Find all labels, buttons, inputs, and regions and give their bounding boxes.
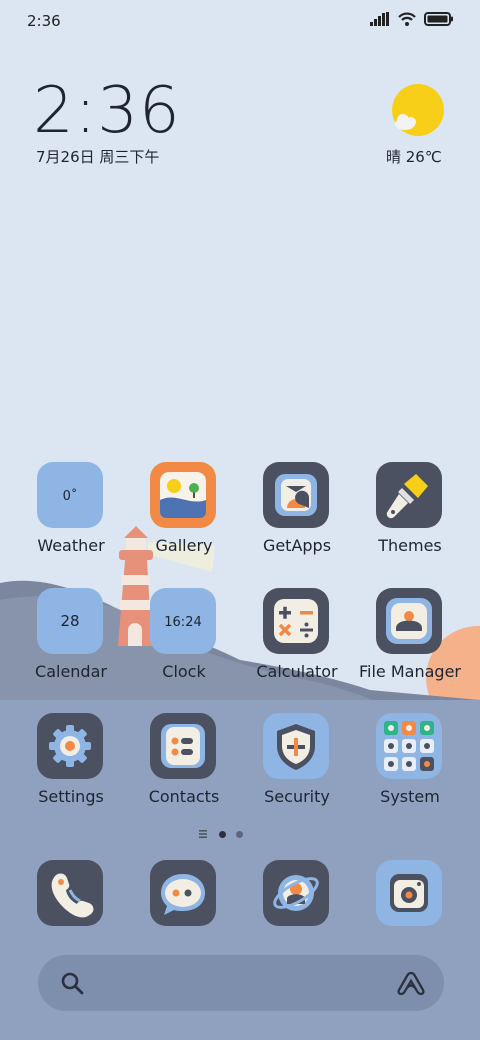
app-file-manager[interactable]: File Manager [354, 588, 466, 698]
app-label: Themes [378, 536, 442, 555]
wifi-icon [398, 12, 416, 26]
app-gallery[interactable]: Gallery [128, 462, 240, 572]
getapps-icon [263, 462, 329, 528]
app-getapps[interactable]: GetApps [241, 462, 353, 572]
contacts-icon [150, 713, 216, 779]
voice-assistant-icon[interactable] [396, 970, 426, 996]
app-label: Gallery [155, 536, 213, 555]
app-security[interactable]: Security [241, 713, 353, 823]
camera-icon [376, 860, 442, 926]
security-icon [263, 713, 329, 779]
app-label: Contacts [148, 787, 220, 806]
calendar-icon-text: 28 [60, 612, 79, 630]
app-calculator[interactable]: Calculator [241, 588, 353, 698]
sunny-weather-icon[interactable] [392, 84, 444, 136]
app-label: Weather [37, 536, 105, 555]
settings-icon [37, 713, 103, 779]
search-icon[interactable] [59, 970, 85, 996]
weather-icon-text: 0˚ [63, 488, 78, 504]
app-label: Calculator [256, 662, 338, 681]
clock-icon: 16:24 [150, 588, 216, 654]
dock-camera[interactable] [354, 860, 466, 930]
app-calendar[interactable]: 28 Calendar [15, 588, 127, 698]
calculator-icon [263, 588, 329, 654]
app-contacts[interactable]: Contacts [128, 713, 240, 823]
battery-icon [424, 12, 453, 26]
app-label: Calendar [35, 662, 107, 681]
app-weather[interactable]: 0˚ Weather [15, 462, 127, 572]
phone-icon [37, 860, 103, 926]
list-page-icon[interactable] [197, 829, 209, 839]
app-label: File Manager [359, 662, 461, 681]
app-label: Security [264, 787, 330, 806]
app-themes[interactable]: Themes [354, 462, 466, 572]
clock-icon-text: 16:24 [164, 615, 201, 630]
signal-icon [370, 12, 389, 26]
search-bar[interactable] [38, 955, 444, 1011]
calendar-icon: 28 [37, 588, 103, 654]
themes-icon [376, 462, 442, 528]
system-folder-icon [376, 713, 442, 779]
app-label: GetApps [262, 536, 332, 555]
gallery-icon [150, 462, 216, 528]
messages-icon [150, 860, 216, 926]
file-manager-icon [376, 588, 442, 654]
app-system-folder[interactable]: System [354, 713, 466, 823]
weather-icon: 0˚ [37, 462, 103, 528]
app-label: Clock [162, 662, 206, 681]
status-time: 2:36 [27, 12, 61, 30]
home-screen: 2:36 2:36 7月26日 周三下午 晴 26℃ 0˚ Weather Ga… [0, 0, 480, 1040]
app-label: Settings [38, 787, 104, 806]
clock-widget-time[interactable]: 2:36 [33, 74, 181, 148]
dock-messages[interactable] [128, 860, 240, 930]
page-dot[interactable] [236, 830, 243, 838]
page-dot-active[interactable] [219, 830, 226, 838]
dock-phone[interactable] [15, 860, 127, 930]
clock-widget-date[interactable]: 7月26日 周三下午 [36, 146, 159, 167]
app-clock[interactable]: 16:24 Clock [128, 588, 240, 698]
app-settings[interactable]: Settings [15, 713, 127, 823]
app-label: System [380, 787, 440, 806]
page-indicator[interactable] [197, 829, 243, 839]
status-icons [370, 12, 454, 26]
browser-icon [263, 860, 329, 926]
dock-browser[interactable] [241, 860, 353, 930]
weather-condition-temp[interactable]: 晴 26℃ [386, 146, 442, 167]
